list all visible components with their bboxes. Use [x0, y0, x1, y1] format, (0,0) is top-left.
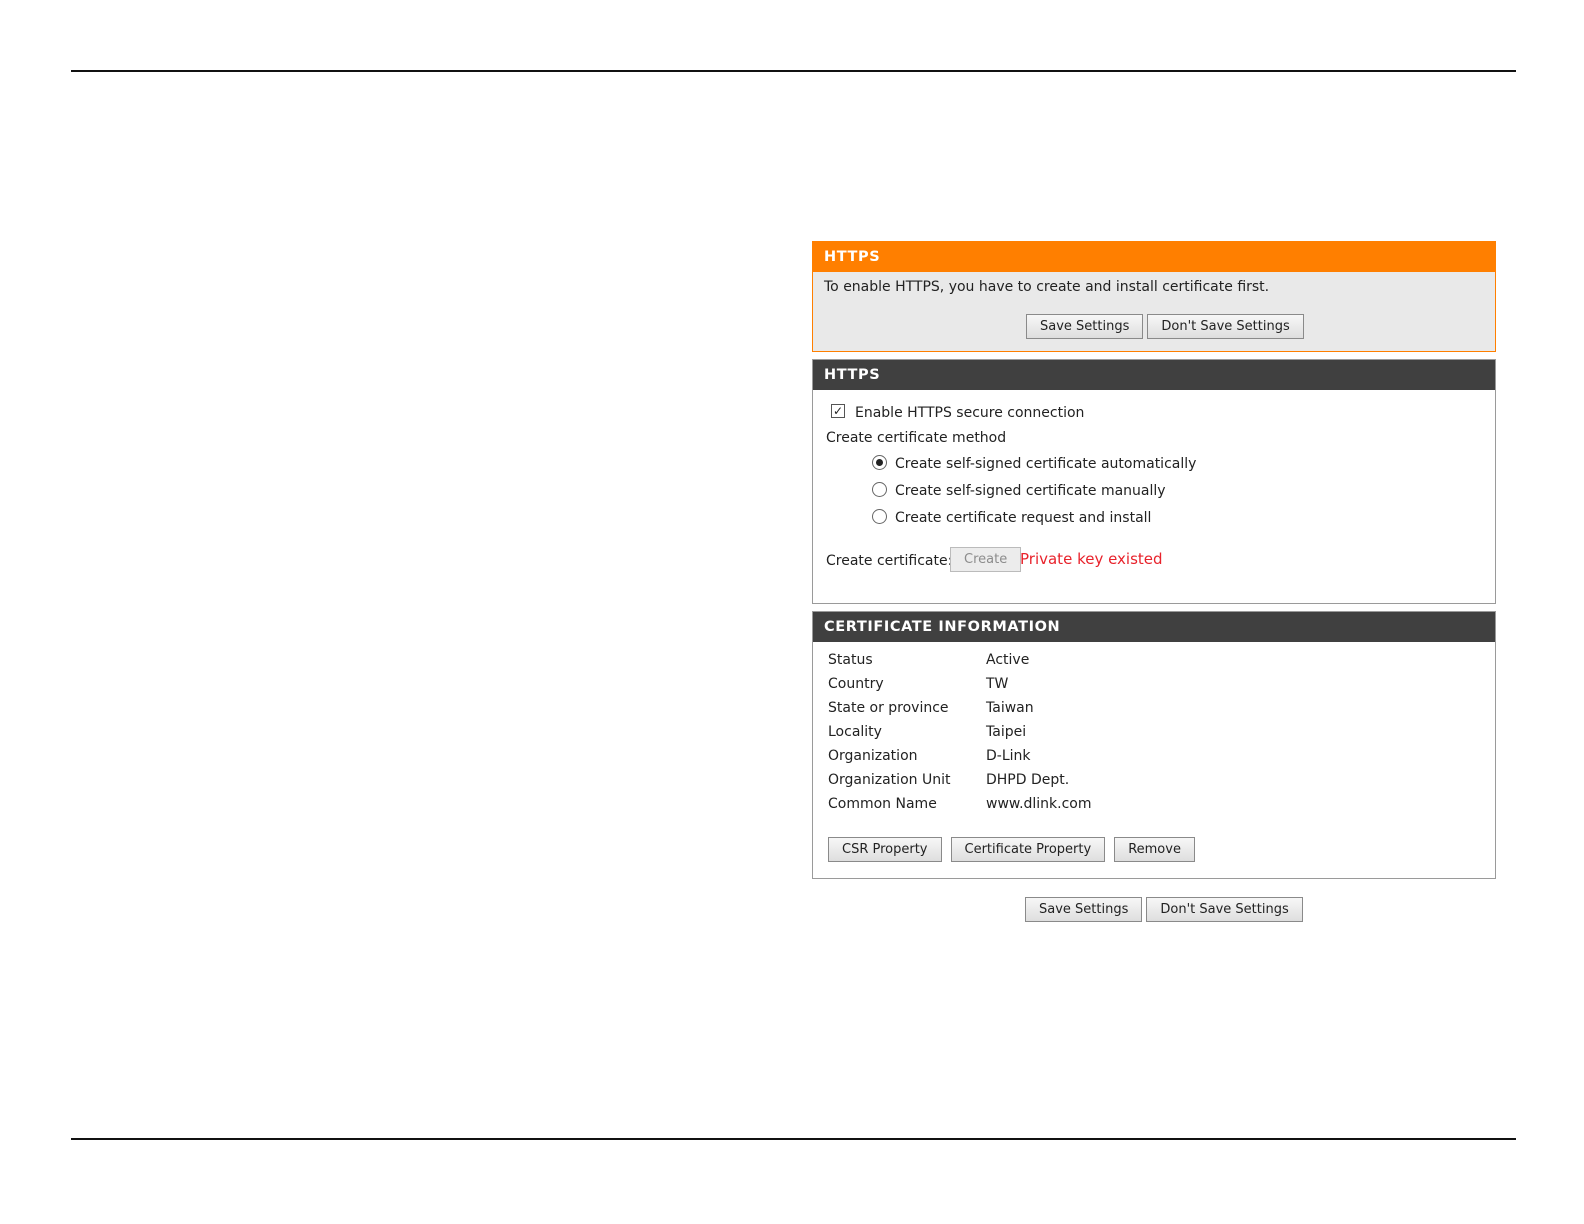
csr-property-button[interactable]: CSR Property — [828, 837, 942, 862]
bottom-divider — [71, 1138, 1516, 1140]
method-self-signed-manual-label: Create self-signed certificate manually — [895, 483, 1166, 499]
cert-button-row: CSR Property Certificate Property Remove — [828, 837, 1199, 862]
cert-row-label: Country — [828, 676, 884, 692]
certificate-property-button[interactable]: Certificate Property — [950, 837, 1106, 862]
cert-row-label: Locality — [828, 724, 882, 740]
cert-row-value: www.dlink.com — [986, 796, 1092, 812]
cert-row-value: Active — [986, 652, 1030, 668]
checkmark-icon: ✓ — [832, 404, 844, 418]
cert-row-value: D-Link — [986, 748, 1031, 764]
private-key-status: Private key existed — [1020, 550, 1163, 568]
https-panel-title: HTTPS — [813, 360, 1495, 390]
radio-request-install[interactable] — [872, 509, 887, 524]
save-settings-button[interactable]: Save Settings — [1026, 314, 1144, 339]
method-self-signed-auto-label: Create self-signed certificate automatic… — [895, 456, 1197, 472]
enable-https-label: Enable HTTPS secure connection — [855, 405, 1085, 421]
footer-button-row: Save Settings Don't Save Settings — [1025, 897, 1307, 922]
dont-save-settings-button[interactable]: Don't Save Settings — [1146, 897, 1303, 922]
radio-self-signed-auto[interactable] — [872, 455, 887, 470]
cert-row-value: TW — [986, 676, 1009, 692]
notice-panel-title: HTTPS — [813, 242, 1495, 272]
save-settings-button[interactable]: Save Settings — [1025, 897, 1143, 922]
dont-save-settings-button[interactable]: Don't Save Settings — [1147, 314, 1304, 339]
create-certificate-label: Create certificate: — [826, 553, 953, 569]
cert-panel-title: CERTIFICATE INFORMATION — [813, 612, 1495, 642]
cert-row-label: Status — [828, 652, 873, 668]
method-request-install-label: Create certificate request and install — [895, 510, 1152, 526]
remove-certificate-button[interactable]: Remove — [1114, 837, 1195, 862]
radio-self-signed-manual[interactable] — [872, 482, 887, 497]
cert-row-value: DHPD Dept. — [986, 772, 1070, 788]
notice-button-row: Save Settings Don't Save Settings — [1026, 314, 1308, 339]
cert-row-value: Taipei — [986, 724, 1027, 740]
cert-row-label: Organization Unit — [828, 772, 951, 788]
cert-row-value: Taiwan — [986, 700, 1034, 716]
cert-row-label: Organization — [828, 748, 918, 764]
certificate-information-panel: CERTIFICATE INFORMATION Status Active Co… — [812, 611, 1496, 879]
create-certificate-button[interactable]: Create — [950, 547, 1022, 572]
https-notice-panel: HTTPS To enable HTTPS, you have to creat… — [812, 241, 1496, 352]
top-divider — [71, 70, 1516, 72]
enable-https-checkbox[interactable]: ✓ — [831, 404, 845, 418]
notice-message: To enable HTTPS, you have to create and … — [824, 279, 1270, 295]
https-settings-panel: HTTPS ✓ Enable HTTPS secure connection C… — [812, 359, 1496, 604]
cert-row-label: State or province — [828, 700, 949, 716]
cert-row-label: Common Name — [828, 796, 937, 812]
certificate-method-label: Create certificate method — [826, 430, 1007, 446]
